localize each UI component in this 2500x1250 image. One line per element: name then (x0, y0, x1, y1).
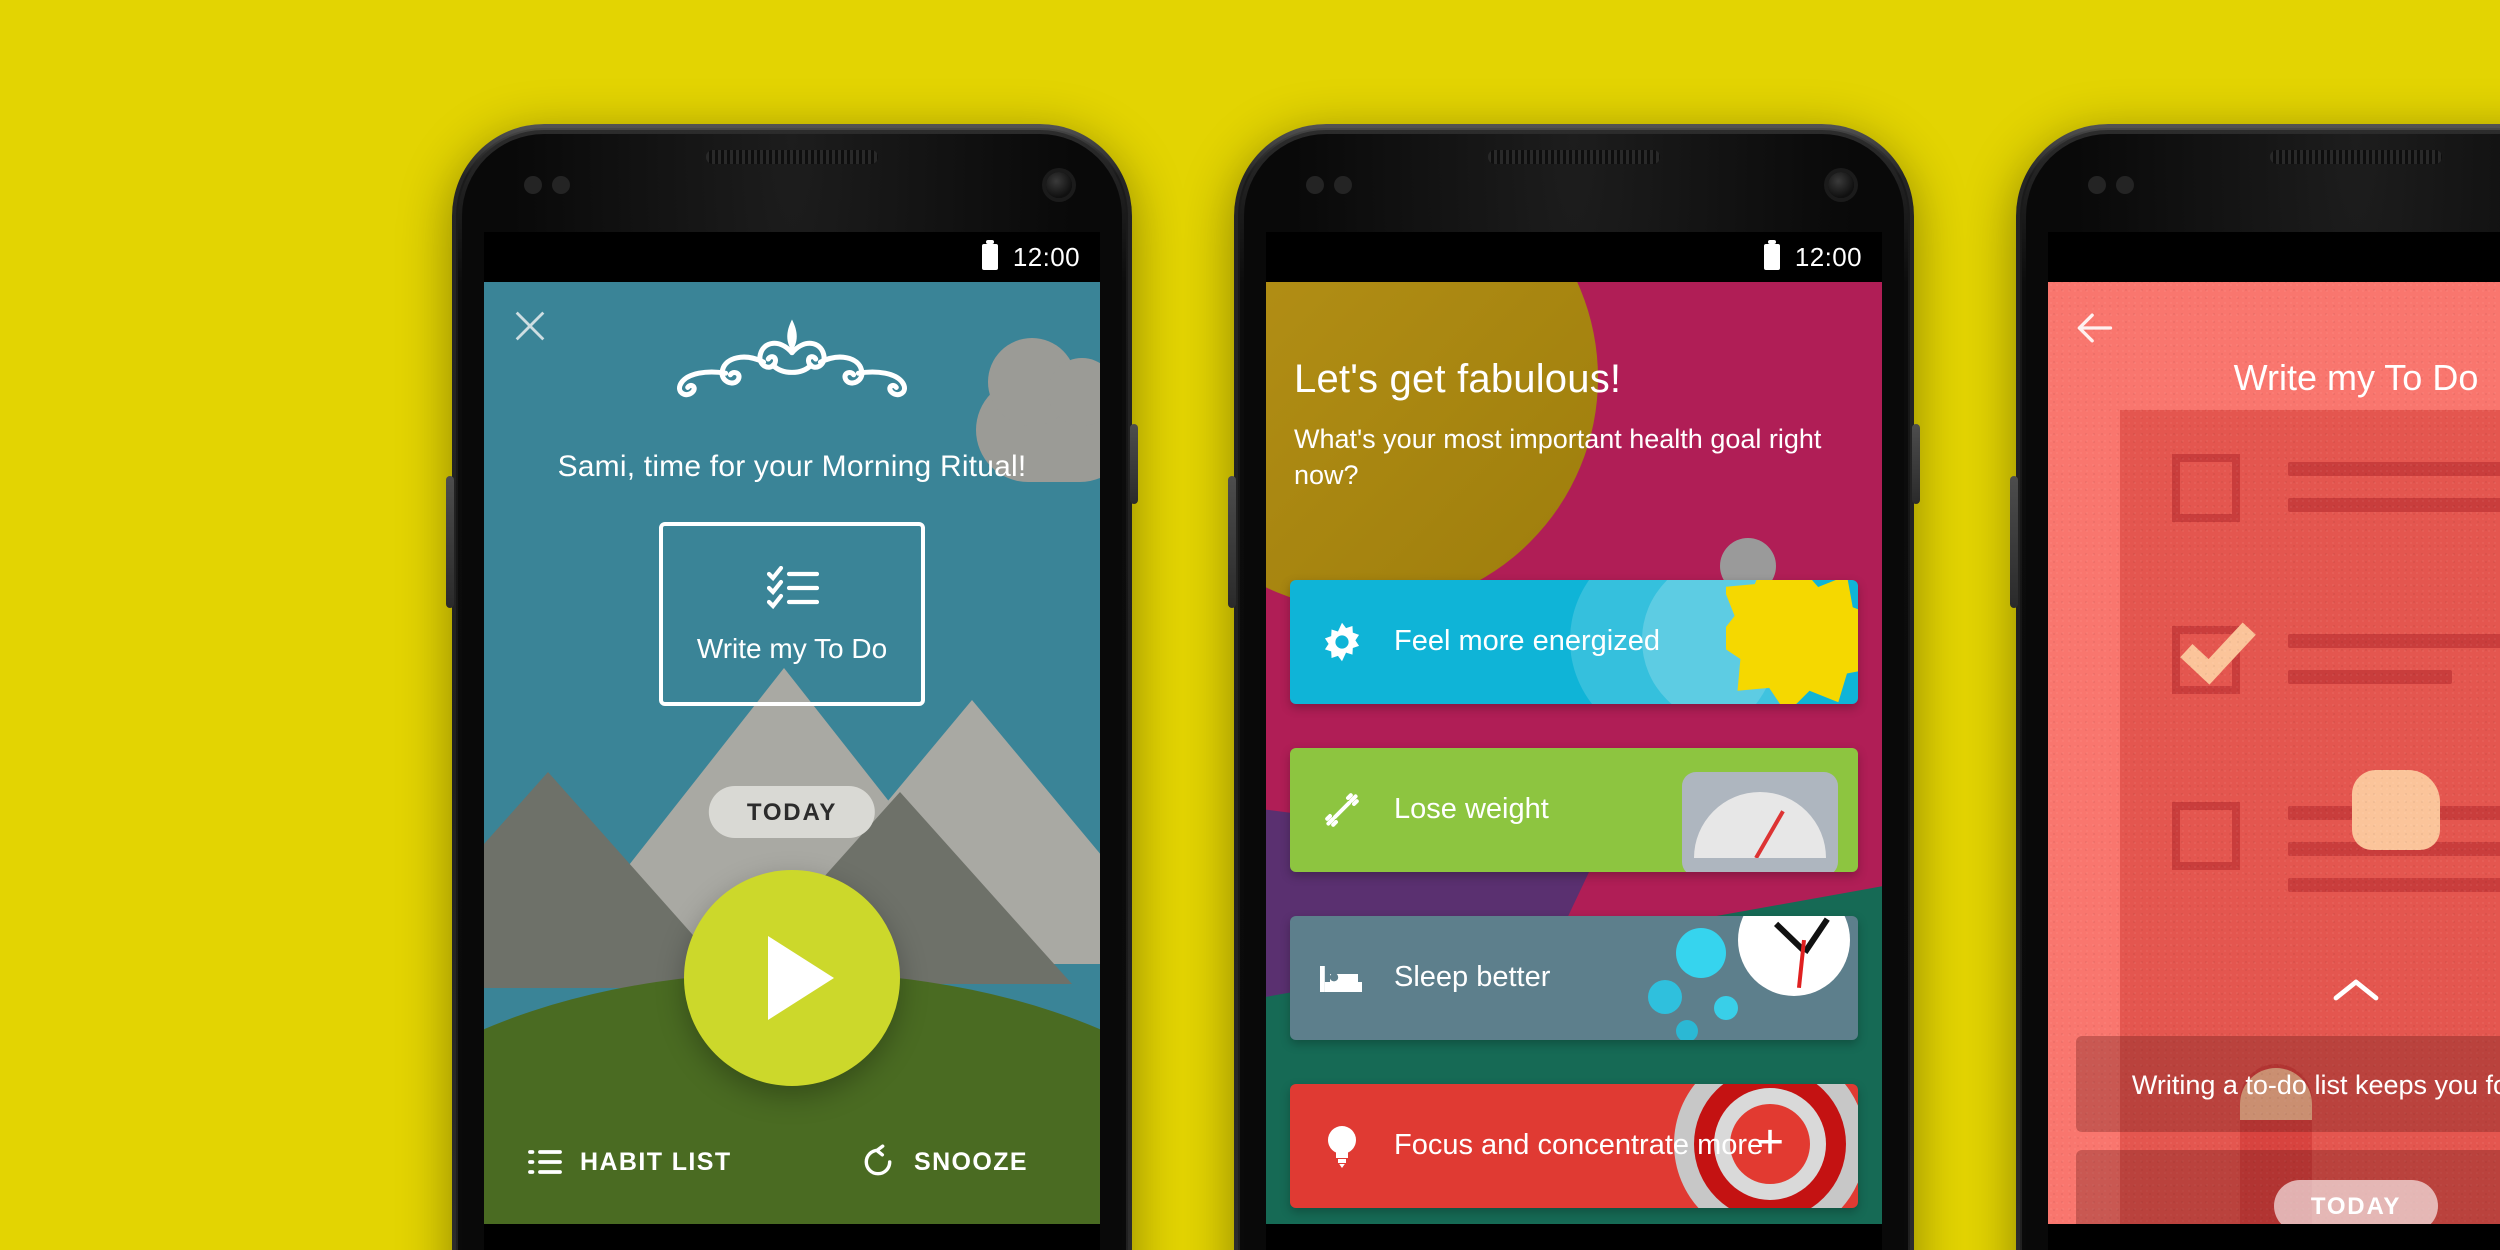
goal-card-focus[interactable]: + Focus and concentrate more (1290, 1084, 1858, 1208)
play-button[interactable] (684, 870, 900, 1086)
phone2-status-bar: 12:00 (1266, 232, 1882, 282)
today-pill[interactable]: TODAY (708, 786, 876, 838)
status-bar-time: 12:00 (1794, 242, 1862, 272)
home-icon[interactable] (758, 1244, 826, 1250)
volume-rocker[interactable] (446, 476, 454, 608)
power-button[interactable] (1130, 424, 1138, 504)
front-camera (1046, 172, 1072, 198)
goal-card-lose-weight[interactable]: Lose weight (1290, 748, 1858, 872)
write-todo-button[interactable]: Write my To Do (659, 522, 925, 706)
snooze-button[interactable]: SNOOZE (860, 1144, 1028, 1180)
phone3-nav-bar (2048, 1224, 2500, 1250)
dumbbell-icon (1290, 786, 1394, 834)
hand-fist (2352, 770, 2440, 850)
recents-icon[interactable] (1745, 1244, 1813, 1250)
snooze-label: SNOOZE (914, 1148, 1028, 1176)
sun-icon (1290, 620, 1394, 664)
sun-art (1570, 580, 1858, 704)
phone1-nav-bar (484, 1224, 1100, 1250)
ritual-tip-card[interactable]: Writing a to-do list keeps you focused (2076, 1036, 2500, 1132)
proximity-sensor (2088, 176, 2106, 194)
goal-label: Focus and concentrate more (1394, 1130, 1764, 1162)
goal-card-energized[interactable]: Feel more energized (1290, 580, 1858, 704)
earpiece-speaker (2270, 150, 2442, 164)
goals-heading: Let's get fabulous! (1294, 358, 1622, 402)
back-icon[interactable] (1335, 1244, 1403, 1250)
light-sensor (2116, 176, 2134, 194)
phone-top-bezel (2016, 124, 2500, 232)
snooze-icon (864, 1144, 892, 1176)
alarm-footer-actions: HABIT LIST SNOOZE (484, 1144, 1100, 1180)
volume-rocker[interactable] (1228, 476, 1236, 608)
lightbulb-icon (1290, 1122, 1394, 1170)
battery-icon (1764, 240, 1781, 270)
home-icon[interactable] (1540, 1244, 1608, 1250)
phone2-nav-bar (1266, 1224, 1882, 1250)
earpiece-speaker (706, 150, 878, 164)
front-camera (1828, 172, 1854, 198)
phone-device-alarm: 12:00 Sami, time for your Morning Ritual… (446, 124, 1138, 1250)
phone1-viewport: Sami, time for your Morning Ritual! Writ… (484, 282, 1100, 1224)
status-bar-time: 12:00 (1012, 242, 1080, 272)
habit-list-button[interactable]: HABIT LIST (528, 1148, 732, 1176)
phone3-screen: 12:00 (2048, 232, 2500, 1224)
goal-label: Lose weight (1394, 794, 1549, 826)
habit-list-label: HABIT LIST (580, 1148, 732, 1176)
phone2-screen: 12:00 Let's get fabulous! What's your mo… (1266, 232, 1882, 1224)
phone-device-ritual: 12:00 (2010, 124, 2500, 1250)
list-icon (528, 1150, 562, 1174)
recents-icon[interactable] (963, 1244, 1031, 1250)
goal-label: Sleep better (1394, 962, 1551, 994)
play-icon (767, 936, 833, 1020)
flourish-ornament (677, 319, 907, 398)
power-button[interactable] (1912, 424, 1920, 504)
chevron-up-icon[interactable] (2330, 976, 2382, 1004)
ritual-today-card[interactable]: TODAY (2076, 1150, 2500, 1224)
proximity-sensor (1306, 176, 1324, 194)
goals-subheading: What's your most important health goal r… (1294, 424, 1822, 490)
clock-art (1634, 916, 1858, 1040)
proximity-sensor (524, 176, 542, 194)
goal-label: Feel more energized (1394, 626, 1660, 658)
phone-top-bezel (1234, 124, 1914, 232)
back-icon[interactable] (2117, 1244, 2185, 1250)
screenshot-canvas: 12:00 Sami, time for your Morning Ritual… (0, 0, 2500, 1250)
light-sensor (1334, 176, 1352, 194)
bed-icon (1290, 960, 1394, 996)
ritual-tip-text: Writing a to-do list keeps you focused (2131, 1069, 2500, 1099)
phone1-status-bar: 12:00 (484, 232, 1100, 282)
earpiece-speaker (1488, 150, 1660, 164)
phone3-status-bar: 12:00 (2048, 232, 2500, 282)
write-todo-label: Write my To Do (696, 631, 888, 663)
light-sensor (552, 176, 570, 194)
arrow-left-icon[interactable] (2072, 306, 2116, 350)
battery-icon (982, 240, 999, 270)
alarm-title: Sami, time for your Morning Ritual! (557, 450, 1027, 484)
scale-art (1634, 748, 1858, 872)
goals-header: Let's get fabulous! What's your most imp… (1294, 358, 1854, 493)
today-pill[interactable]: TODAY (2274, 1180, 2438, 1224)
goal-card-sleep-better[interactable]: Sleep better (1290, 916, 1858, 1040)
ritual-title: Write my To Do (2233, 358, 2479, 398)
back-icon[interactable] (553, 1244, 621, 1250)
phone-device-goals: 12:00 Let's get fabulous! What's your mo… (1228, 124, 1920, 1250)
checklist-icon (766, 565, 818, 609)
phone2-viewport: Let's get fabulous! What's your most imp… (1266, 282, 1882, 1224)
phone3-viewport: Write my To Do Writing a to-do list keep… (2048, 282, 2500, 1224)
phone1-screen: 12:00 Sami, time for your Morning Ritual… (484, 232, 1100, 1224)
close-icon[interactable] (510, 306, 550, 346)
phone-top-bezel (452, 124, 1132, 232)
volume-rocker[interactable] (2010, 476, 2018, 608)
home-icon[interactable] (2322, 1244, 2390, 1250)
